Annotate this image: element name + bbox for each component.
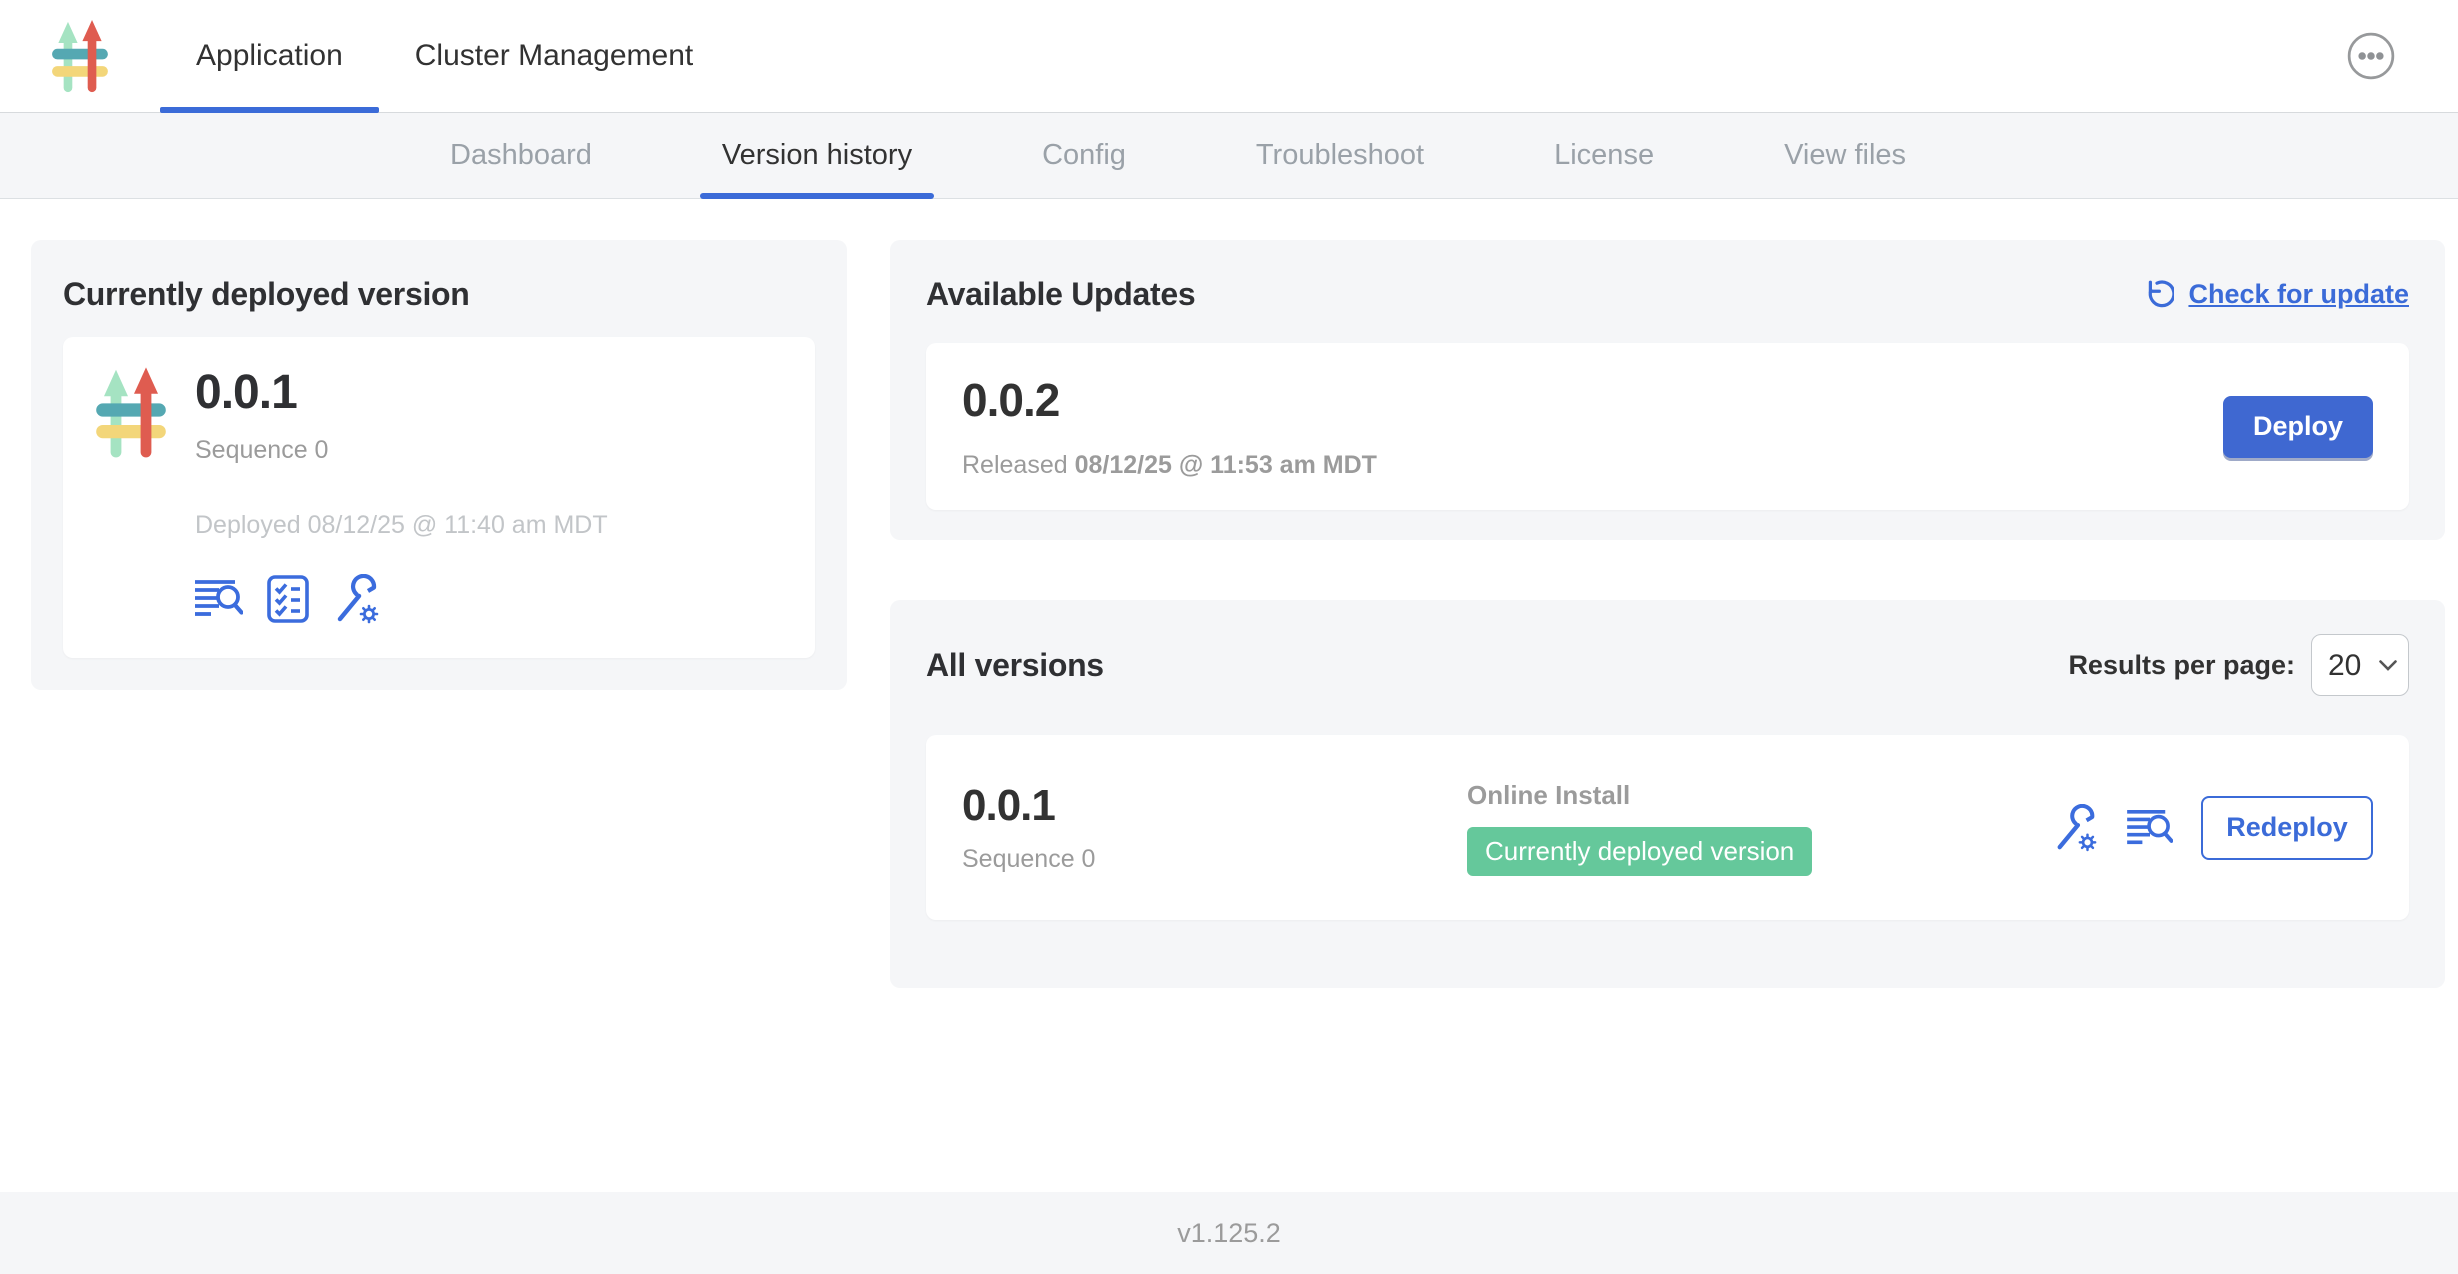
console-version: v1.125.2 — [1177, 1218, 1281, 1249]
available-update-row: 0.0.2 Released 08/12/25 @ 11:53 am MDT D… — [926, 343, 2409, 510]
results-per-page-label: Results per page: — [2068, 650, 2295, 681]
edit-config-button[interactable] — [2053, 804, 2099, 852]
edit-config-icon — [2053, 804, 2099, 852]
currently-deployed-badge: Currently deployed version — [1467, 827, 1812, 876]
redeploy-button[interactable]: Redeploy — [2201, 796, 2373, 860]
deploy-button[interactable]: Deploy — [2223, 396, 2373, 458]
subnav-item-license[interactable]: License — [1554, 113, 1654, 198]
tab-application-label: Application — [196, 39, 343, 73]
all-versions-card: All versions Results per page: 20 — [890, 600, 2445, 988]
app-logo-arrows-icon — [95, 365, 167, 630]
deployed-sequence: Sequence 0 — [195, 436, 608, 465]
subnav-label-view-files: View files — [1784, 139, 1906, 172]
check-for-update-label: Check for update — [2188, 279, 2409, 310]
subnav-item-troubleshoot[interactable]: Troubleshoot — [1256, 113, 1424, 198]
row-sequence: Sequence 0 — [962, 845, 1467, 874]
released-prefix: Released — [962, 451, 1068, 479]
tab-cluster-management-label: Cluster Management — [415, 39, 693, 73]
version-history-page: Currently deployed version 0.0.1 Sequenc… — [0, 199, 2458, 988]
preflight-checks-button[interactable] — [267, 575, 309, 623]
tab-cluster-management[interactable]: Cluster Management — [379, 0, 729, 112]
update-released-line: Released 08/12/25 @ 11:53 am MDT — [962, 451, 1377, 480]
subnav-label-version-history: Version history — [722, 139, 912, 172]
edit-config-icon — [333, 574, 381, 624]
subnav-item-version-history[interactable]: Version history — [722, 113, 912, 198]
available-updates-card: Available Updates Check for update 0.0.2 — [890, 240, 2445, 540]
release-notes-button[interactable] — [195, 578, 243, 620]
release-notes-icon — [195, 578, 243, 620]
subnav-label-dashboard: Dashboard — [450, 139, 592, 172]
currently-deployed-card: Currently deployed version 0.0.1 Sequenc… — [31, 240, 847, 690]
console-footer: v1.125.2 — [0, 1192, 2458, 1274]
check-for-update-link[interactable]: Check for update — [2140, 278, 2409, 312]
right-column: Available Updates Check for update 0.0.2 — [890, 240, 2445, 988]
preflight-checks-icon — [267, 575, 309, 623]
available-updates-title: Available Updates — [926, 276, 1195, 313]
currently-deployed-title: Currently deployed version — [63, 276, 815, 313]
released-date: 08/12/25 @ 11:53 am MDT — [1075, 451, 1377, 479]
subnav-label-config: Config — [1042, 139, 1126, 172]
release-notes-button[interactable] — [2127, 808, 2173, 848]
subnav-item-view-files[interactable]: View files — [1784, 113, 1906, 198]
refresh-icon — [2140, 278, 2174, 312]
app-logo — [0, 0, 160, 112]
update-version-number: 0.0.2 — [962, 373, 1377, 427]
subnav-label-troubleshoot: Troubleshoot — [1256, 139, 1424, 172]
all-versions-title: All versions — [926, 647, 1104, 684]
deployed-timestamp: Deployed 08/12/25 @ 11:40 am MDT — [195, 511, 608, 540]
results-per-page-select[interactable]: 20 — [2311, 634, 2409, 696]
overflow-menu-button[interactable] — [2346, 31, 2396, 81]
install-type-label: Online Install — [1467, 780, 1812, 811]
subnav-label-license: License — [1554, 139, 1654, 172]
ellipsis-circle-icon — [2346, 31, 2396, 81]
row-version-number: 0.0.1 — [962, 781, 1467, 831]
release-notes-icon — [2127, 808, 2173, 848]
subnav-item-config[interactable]: Config — [1042, 113, 1126, 198]
version-row: 0.0.1 Sequence 0 Online Install Currentl… — [926, 735, 2409, 920]
edit-config-button[interactable] — [333, 574, 381, 624]
deployed-actions — [195, 574, 608, 624]
results-per-page: Results per page: 20 — [2068, 634, 2409, 696]
app-subnav: Dashboard Version history Config Trouble… — [0, 113, 2458, 199]
app-logo-arrows-icon — [51, 19, 109, 94]
deployed-version-number: 0.0.1 — [195, 365, 608, 420]
tab-application[interactable]: Application — [160, 0, 379, 112]
subnav-item-dashboard[interactable]: Dashboard — [450, 113, 592, 198]
app-header: Application Cluster Management — [0, 0, 2458, 113]
currently-deployed-details: 0.0.1 Sequence 0 Deployed 08/12/25 @ 11:… — [63, 337, 815, 658]
